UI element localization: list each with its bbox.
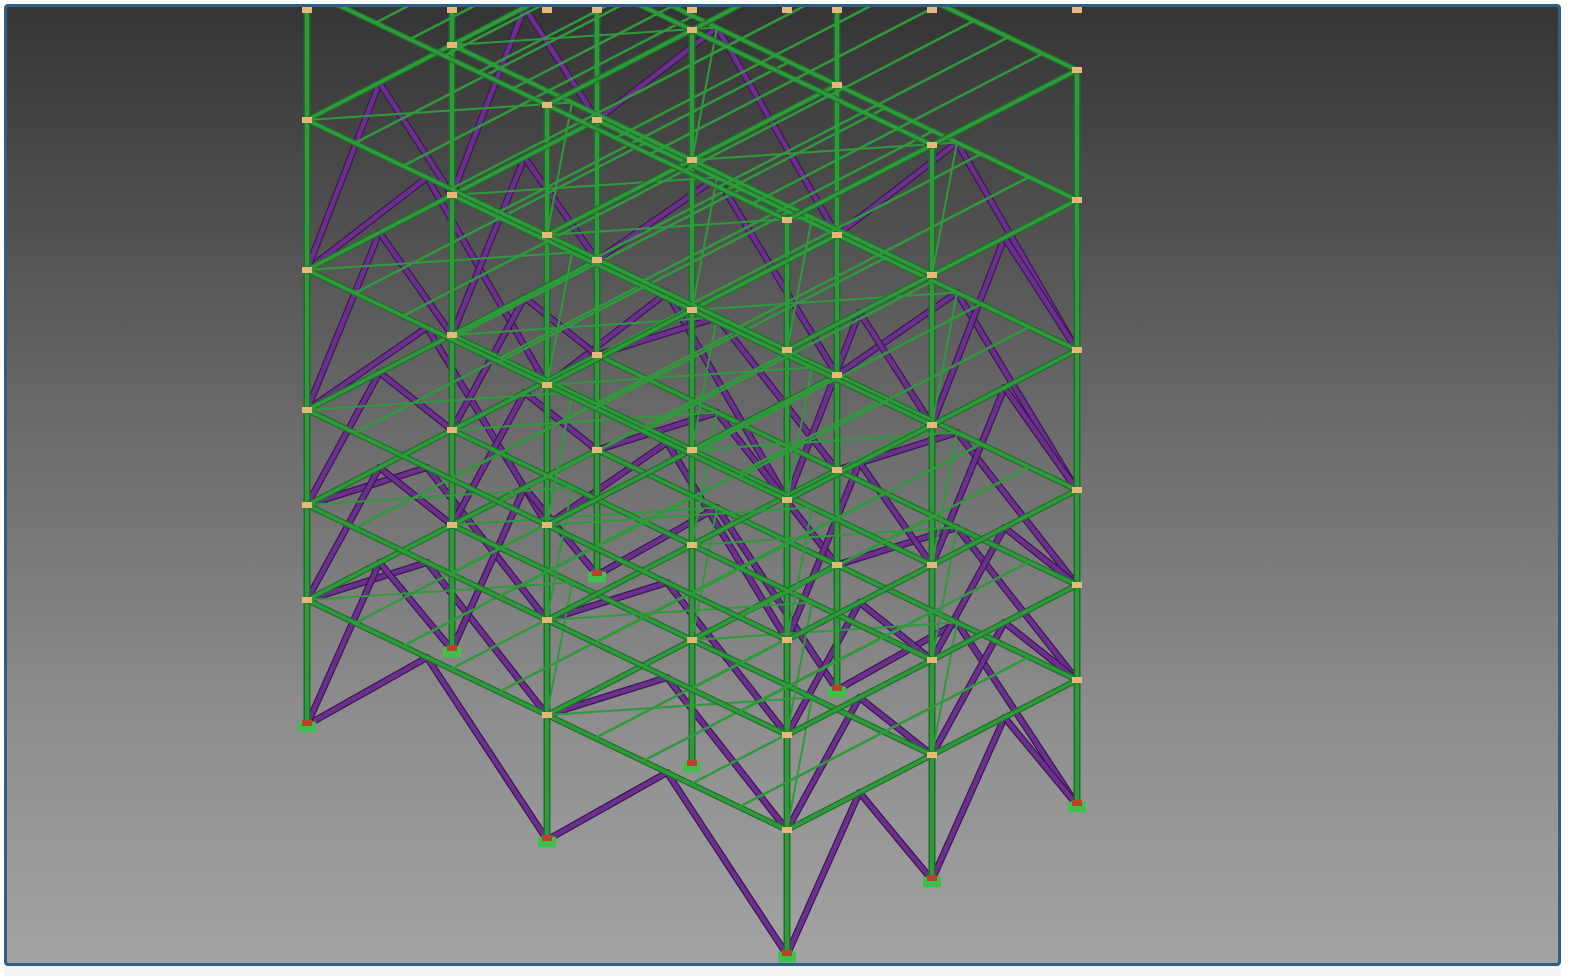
connection-node xyxy=(542,617,552,623)
status-strip xyxy=(4,966,1561,976)
connection-node xyxy=(832,82,842,88)
connection-node xyxy=(447,427,457,433)
connection-node xyxy=(832,562,842,568)
connection-node xyxy=(447,522,457,528)
floor-brace xyxy=(306,251,573,271)
splice-plate xyxy=(688,7,696,12)
connection-node xyxy=(687,307,697,313)
splice-plate xyxy=(928,7,936,12)
connection-node xyxy=(302,117,312,123)
vertical-brace xyxy=(954,525,1080,683)
floor-brace xyxy=(691,621,958,641)
connection-node xyxy=(927,752,937,758)
connection-node xyxy=(782,827,792,833)
support-anchor xyxy=(927,875,937,881)
support-anchor xyxy=(447,645,457,651)
connection-node xyxy=(687,447,697,453)
connection-node xyxy=(302,407,312,413)
connection-node xyxy=(542,232,552,238)
3d-viewport[interactable] xyxy=(4,4,1561,966)
vertical-brace xyxy=(834,140,960,238)
connection-node xyxy=(302,267,312,273)
splice-plate xyxy=(593,7,601,12)
support-anchor xyxy=(782,950,792,956)
connection-node xyxy=(782,217,792,223)
splice-plate xyxy=(448,7,456,12)
connection-node xyxy=(687,27,697,33)
connection-node xyxy=(542,712,552,718)
connection-node xyxy=(927,142,937,148)
support-anchor xyxy=(832,685,842,691)
connection-node xyxy=(687,542,697,548)
connection-node xyxy=(447,192,457,198)
floor-brace xyxy=(691,291,958,311)
connection-node xyxy=(927,562,937,568)
support-anchor xyxy=(302,720,312,726)
connection-node xyxy=(832,467,842,473)
connection-node xyxy=(1072,582,1082,588)
connection-node xyxy=(592,117,602,123)
connection-node xyxy=(302,502,312,508)
support-anchor xyxy=(542,835,552,841)
connection-node xyxy=(782,497,792,503)
connection-node xyxy=(302,597,312,603)
vertical-brace xyxy=(594,25,720,123)
support-anchor xyxy=(687,760,697,766)
support-anchor xyxy=(1072,800,1082,806)
floor-brace xyxy=(931,291,958,426)
splice-plate xyxy=(1073,7,1081,12)
connection-node xyxy=(447,42,457,48)
floor-brace xyxy=(306,101,573,121)
connection-node xyxy=(687,637,697,643)
connection-node xyxy=(447,332,457,338)
vertical-brace xyxy=(784,310,862,503)
vertical-brace xyxy=(1002,715,1080,808)
connection-node xyxy=(832,232,842,238)
support-anchor xyxy=(592,570,602,576)
connection-node xyxy=(1072,677,1082,683)
connection-node xyxy=(1072,67,1082,73)
connection-node xyxy=(782,732,792,738)
vertical-brace xyxy=(544,770,670,843)
joist xyxy=(751,52,1044,205)
connection-node xyxy=(542,382,552,388)
splice-plate xyxy=(783,7,791,12)
connection-node xyxy=(542,102,552,108)
connection-node xyxy=(927,272,937,278)
connection-node xyxy=(592,447,602,453)
connection-node xyxy=(592,352,602,358)
vertical-brace xyxy=(929,235,1007,428)
connection-node xyxy=(687,157,697,163)
connection-node xyxy=(1072,487,1082,493)
splice-plate xyxy=(303,7,311,12)
connection-node xyxy=(782,637,792,643)
splice-plate xyxy=(543,7,551,12)
connection-node xyxy=(542,522,552,528)
connection-node xyxy=(782,347,792,353)
connection-node xyxy=(592,257,602,263)
vertical-brace xyxy=(857,790,935,883)
splice-plate xyxy=(833,7,841,12)
connection-node xyxy=(1072,347,1082,353)
vertical-brace xyxy=(449,7,527,198)
connection-node xyxy=(927,657,937,663)
connection-node xyxy=(1072,197,1082,203)
structural-model-view[interactable] xyxy=(7,7,1558,963)
floor-brace xyxy=(451,176,718,196)
connection-node xyxy=(832,372,842,378)
connection-node xyxy=(927,422,937,428)
